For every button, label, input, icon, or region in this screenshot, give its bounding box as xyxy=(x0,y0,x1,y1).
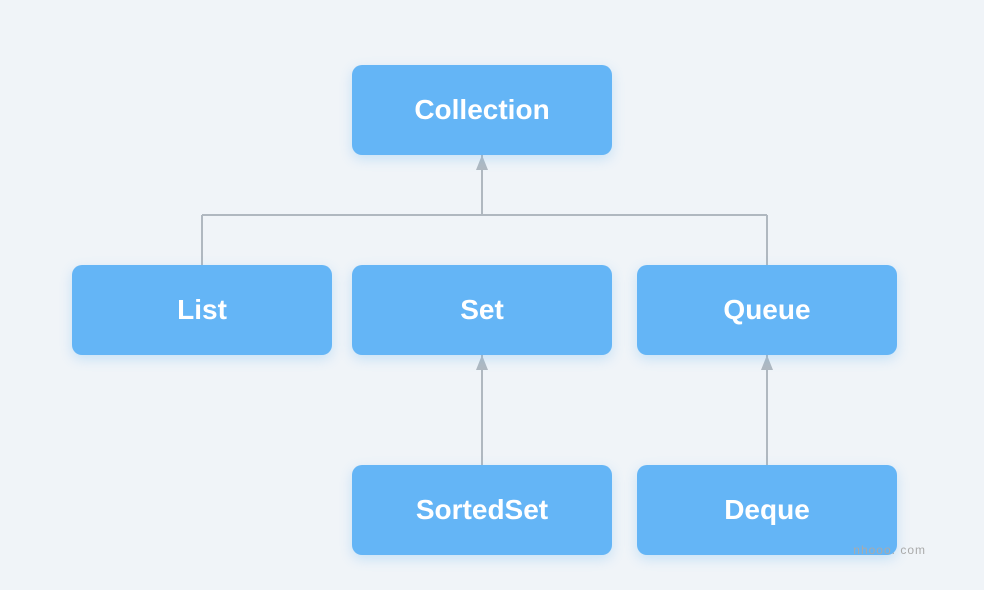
deque-node: Deque xyxy=(637,465,897,555)
set-node: Set xyxy=(352,265,612,355)
queue-label: Queue xyxy=(723,294,810,326)
set-label: Set xyxy=(460,294,504,326)
diagram-container: Collection List Set Queue SortedSet Dequ… xyxy=(42,25,942,565)
sortedset-node: SortedSet xyxy=(352,465,612,555)
queue-node: Queue xyxy=(637,265,897,355)
list-node: List xyxy=(72,265,332,355)
watermark: nhooo. com xyxy=(853,543,926,557)
collection-label: Collection xyxy=(414,94,549,126)
sortedset-label: SortedSet xyxy=(416,494,548,526)
deque-label: Deque xyxy=(724,494,810,526)
collection-node: Collection xyxy=(352,65,612,155)
list-label: List xyxy=(177,294,227,326)
